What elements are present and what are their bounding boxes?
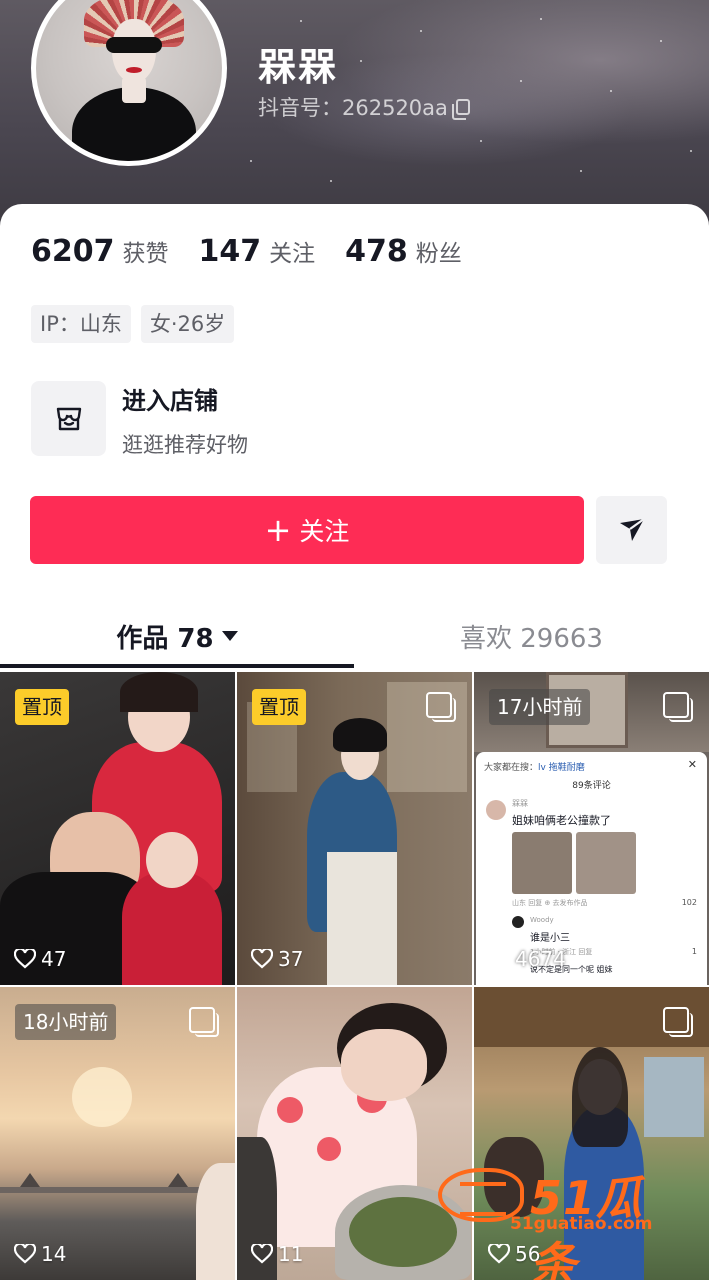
- douyin-id-text: 抖音号：262520aa: [258, 96, 448, 120]
- comment-avatar: [486, 800, 506, 820]
- video-tile[interactable]: 置顶 37: [237, 672, 472, 985]
- tile-likes: 47: [14, 947, 66, 971]
- follow-label: 关注: [299, 517, 350, 546]
- comment-image: [576, 832, 636, 894]
- tab-works[interactable]: 作品 78: [0, 602, 354, 670]
- stat-value: 478: [345, 234, 408, 269]
- comment-count: 89条评论: [572, 781, 611, 791]
- stat-label: 关注: [269, 241, 316, 267]
- tile-like-count: 14: [41, 1242, 67, 1266]
- comment-avatar: [512, 916, 524, 928]
- pinned-badge: 置顶: [252, 689, 306, 725]
- stat-following[interactable]: 147 关注: [199, 234, 316, 269]
- video-tile[interactable]: 置顶 47: [0, 672, 235, 985]
- comment-image: [512, 832, 572, 894]
- multi-image-icon: [426, 692, 456, 722]
- comment-text: 谁是小三: [530, 933, 570, 944]
- tile-like-count: 11: [278, 1242, 304, 1266]
- tile-likes: 37: [251, 947, 303, 971]
- shop-subtitle: 逛逛推荐好物: [122, 433, 248, 457]
- tile-like-count: 37: [278, 947, 304, 971]
- profile-stats: 6207 获赞 147 关注 478 粉丝: [31, 234, 492, 269]
- stat-value: 147: [198, 234, 262, 269]
- follow-button[interactable]: + 关注: [30, 496, 584, 564]
- heart-icon: [488, 949, 510, 969]
- tile-likes: 4674: [488, 947, 566, 971]
- copy-icon[interactable]: [451, 99, 470, 120]
- pinned-badge: 置顶: [15, 689, 69, 725]
- tile-like-count: 4674: [515, 947, 566, 971]
- plus-icon: +: [264, 511, 292, 549]
- tile-likes: 11: [251, 1242, 303, 1266]
- douyin-id[interactable]: 抖音号：262520aa: [258, 92, 470, 122]
- tile-like-count: 47: [41, 947, 67, 971]
- multi-image-icon: [189, 1007, 219, 1037]
- comment-text: 姐妹咱俩老公撞款了: [512, 814, 611, 827]
- shop-title: 进入店铺: [122, 387, 218, 415]
- tab-works-label: 作品 78: [116, 623, 214, 654]
- shop-icon: [31, 381, 106, 456]
- video-tile[interactable]: 大家都在搜：lv 拖鞋耐磨 ✕ 89条评论 槑槑 姐妹咱俩老公撞款了 山东 回复…: [474, 672, 709, 985]
- profile-name: 槑槑: [258, 45, 339, 89]
- video-tile[interactable]: 18小时前 14: [0, 987, 235, 1280]
- heart-icon: [488, 1244, 510, 1264]
- caret-down-icon[interactable]: [221, 631, 238, 641]
- close-icon[interactable]: ✕: [688, 758, 697, 771]
- post-time-badge: 17小时前: [489, 689, 591, 725]
- stat-value: 6207: [31, 234, 115, 269]
- content-tabs: 作品 78 喜欢 29663: [0, 602, 709, 670]
- heart-icon: [14, 949, 36, 969]
- search-term[interactable]: lv 拖鞋耐磨: [538, 763, 585, 773]
- heart-icon: [251, 1244, 273, 1264]
- tag-ip-location: IP：山东: [31, 305, 131, 343]
- comment-meta: 山东 回复 ⊕ 去发布作品: [512, 899, 588, 907]
- heart-icon: [251, 949, 273, 969]
- active-tab-indicator: [0, 664, 354, 668]
- search-hint: 大家都在搜：: [484, 763, 539, 773]
- profile-tags: IP：山东 女·26岁: [31, 305, 244, 343]
- post-time-badge: 18小时前: [15, 1004, 117, 1040]
- tile-likes: 14: [14, 1242, 66, 1266]
- stat-followers[interactable]: 478 粉丝: [345, 234, 462, 269]
- comment-user: 槑槑: [512, 799, 528, 808]
- multi-image-icon: [663, 692, 693, 722]
- video-tile[interactable]: 11: [237, 987, 472, 1280]
- multi-image-icon: [663, 1007, 693, 1037]
- heart-icon: [14, 1244, 36, 1264]
- comment-likes: 1: [691, 947, 697, 956]
- send-message-button[interactable]: [596, 496, 667, 564]
- shop-entry[interactable]: 进入店铺 逛逛推荐好物: [31, 381, 531, 457]
- tag-gender-age: 女·26岁: [140, 305, 235, 343]
- stat-label: 粉丝: [415, 241, 462, 267]
- stat-label: 获赞: [122, 241, 169, 267]
- send-message-icon: [619, 518, 645, 541]
- watermark-url: 51guatiao.com: [510, 1214, 653, 1234]
- watermark-logo: 51瓜条 51guatiao.com: [438, 1162, 688, 1280]
- stat-likes-received[interactable]: 6207 获赞: [31, 234, 169, 269]
- comment-user: Woody: [530, 916, 554, 924]
- comment-likes: 102: [681, 898, 697, 907]
- tab-likes[interactable]: 喜欢 29663: [354, 602, 709, 670]
- tab-likes-label: 喜欢 29663: [460, 623, 603, 654]
